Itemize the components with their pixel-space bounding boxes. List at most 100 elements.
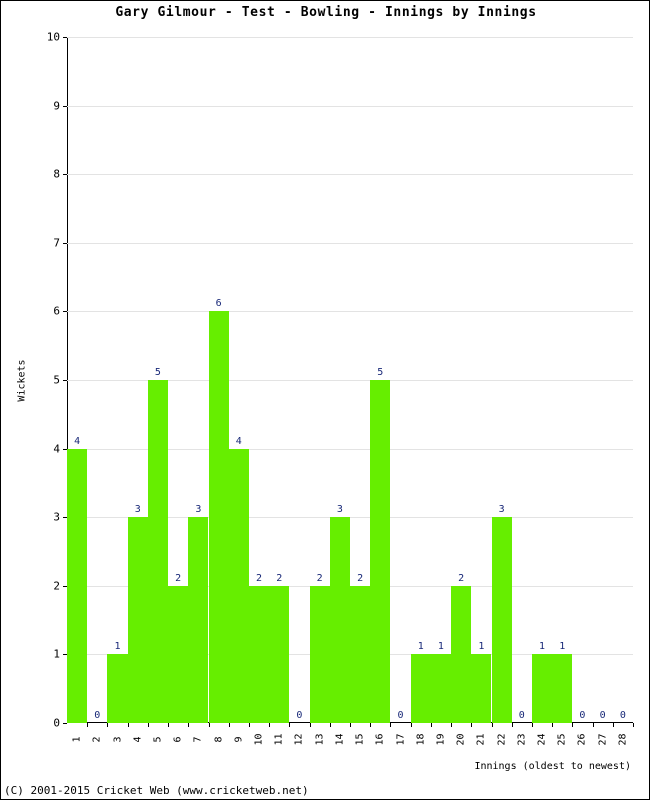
x-axis-tick-label: 16: [369, 727, 391, 753]
x-axis-tick-label: 4: [127, 727, 149, 753]
bar-fill: [410, 654, 431, 723]
bar: 4: [67, 37, 88, 723]
bar-fill: [451, 585, 472, 723]
bar-fill: [228, 448, 249, 723]
bar-value-label: 1: [437, 641, 444, 653]
bar-value-label: 3: [195, 504, 202, 516]
bar-value-label: 2: [276, 572, 283, 584]
bar: 3: [188, 37, 209, 723]
x-axis-tick-label: 5: [147, 727, 169, 753]
bar-fill: [329, 517, 350, 723]
x-axis-tick-label-text: 3: [112, 736, 124, 743]
bar: 0: [390, 37, 410, 723]
x-axis-tick-label-text: 26: [576, 733, 588, 746]
y-axis-tick-label: 8: [53, 167, 60, 181]
x-axis-title: Innings (oldest to newest): [474, 761, 631, 772]
bar-fill: [370, 380, 391, 723]
x-axis-tick-label-text: 6: [172, 736, 184, 743]
bar: 2: [269, 37, 290, 723]
bar-value-label: 1: [417, 641, 424, 653]
y-axis-tick-label: 4: [53, 442, 60, 456]
bar-value-label: 2: [316, 572, 323, 584]
bar: 4: [228, 37, 249, 723]
bar-fill: [430, 654, 452, 723]
bar-value-label: 4: [235, 435, 242, 447]
bar-fill: [168, 585, 189, 723]
bar-value-label: 2: [256, 572, 263, 584]
bar-fill: [248, 585, 270, 723]
bar-value-label: 0: [599, 710, 606, 721]
bowling-innings-chart: Gary Gilmour - Test - Bowling - Innings …: [0, 0, 650, 800]
chart-title: Gary Gilmour - Test - Bowling - Innings …: [115, 5, 537, 20]
y-axis-tick-label: 0: [53, 716, 60, 730]
x-axis-tick-label: 25: [551, 727, 573, 753]
bar-value-label: 5: [154, 367, 161, 378]
y-axis-title: Wickets: [15, 37, 29, 723]
bar-value-label: 0: [619, 710, 626, 721]
x-axis-tick-label: 27: [592, 727, 614, 753]
bar: 1: [552, 37, 573, 723]
bar: 1: [430, 37, 452, 723]
bar: 0: [593, 37, 613, 723]
bar: 6: [208, 37, 229, 723]
plot-area: 0 1 2 3 4 5 6 7 8 9 10 401352364220232501121301100…: [47, 31, 634, 730]
x-axis-tick-label: 3: [107, 727, 129, 753]
x-axis-tick-label-text: 13: [314, 733, 326, 746]
x-axis-tick-label: 1: [66, 727, 88, 753]
bar-fill: [269, 585, 290, 723]
bar: 2: [451, 37, 472, 723]
x-axis-tick-label-text: 20: [455, 733, 467, 746]
x-axis-tick-label: 17: [390, 727, 412, 753]
x-axis-tick-label: 11: [268, 727, 290, 753]
bar: 0: [289, 37, 309, 723]
x-axis-tick-label: 7: [187, 727, 209, 753]
bar-value-label: 1: [478, 641, 485, 653]
x-axis-tick-label-text: 24: [536, 733, 548, 746]
x-axis-tick-label: 13: [309, 727, 331, 753]
bar-value-label: 3: [498, 504, 505, 516]
bar-fill: [127, 517, 148, 723]
bar: 1: [471, 37, 492, 723]
y-axis-tick-label: 2: [53, 579, 60, 593]
bar-value-label: 3: [336, 504, 343, 516]
x-axis-tick-label-text: 4: [132, 736, 144, 743]
bar: 0: [613, 37, 633, 723]
bar-value-label: 1: [539, 641, 546, 653]
bar: 1: [107, 37, 128, 723]
bar-value-label: 3: [134, 504, 141, 516]
bar-fill: [309, 585, 330, 723]
x-axis-tick-label: 6: [167, 727, 189, 753]
bar-value-label: 1: [559, 641, 566, 653]
x-axis-tick-label: 20: [450, 727, 472, 753]
bar-value-label: 0: [518, 710, 525, 721]
bar-fill: [491, 517, 512, 723]
x-axis-tick-label: 12: [288, 727, 310, 753]
x-axis-tick-label-text: 23: [516, 733, 528, 746]
x-axis-tick-label: 22: [491, 727, 513, 753]
x-axis-tick-label: 14: [329, 727, 351, 753]
x-axis-tick-label: 23: [511, 727, 533, 753]
y-axis-title-text: Wickets: [16, 358, 28, 402]
bar: 3: [329, 37, 350, 723]
bar: 5: [147, 37, 169, 723]
bar: 3: [127, 37, 148, 723]
bar: 0: [512, 37, 532, 723]
x-axis-tick-label-text: 21: [475, 733, 487, 746]
x-axis-tick-label-text: 12: [293, 733, 305, 746]
x-axis-tick-label: 24: [531, 727, 553, 753]
bar: 5: [370, 37, 391, 723]
bar-fill: [552, 654, 573, 723]
x-axis-tick-label: 18: [410, 727, 432, 753]
x-axis-tick-label-text: 10: [253, 733, 265, 746]
bar-value-label: 4: [74, 435, 81, 447]
bar-value-label: 2: [175, 572, 182, 584]
bar-value-label: 2: [458, 572, 465, 584]
copyright-footer: (C) 2001-2015 Cricket Web (www.cricketwe…: [4, 784, 309, 797]
y-axis-tick-label: 5: [53, 373, 60, 387]
bar-value-label: 0: [579, 710, 586, 721]
x-axis-tick-label-text: 17: [395, 733, 407, 746]
x-axis-tick-label-text: 27: [597, 733, 609, 746]
x-axis-tick-label-text: 22: [496, 733, 508, 746]
bar: 0: [87, 37, 107, 723]
x-axis-tick-label-text: 9: [233, 736, 245, 743]
